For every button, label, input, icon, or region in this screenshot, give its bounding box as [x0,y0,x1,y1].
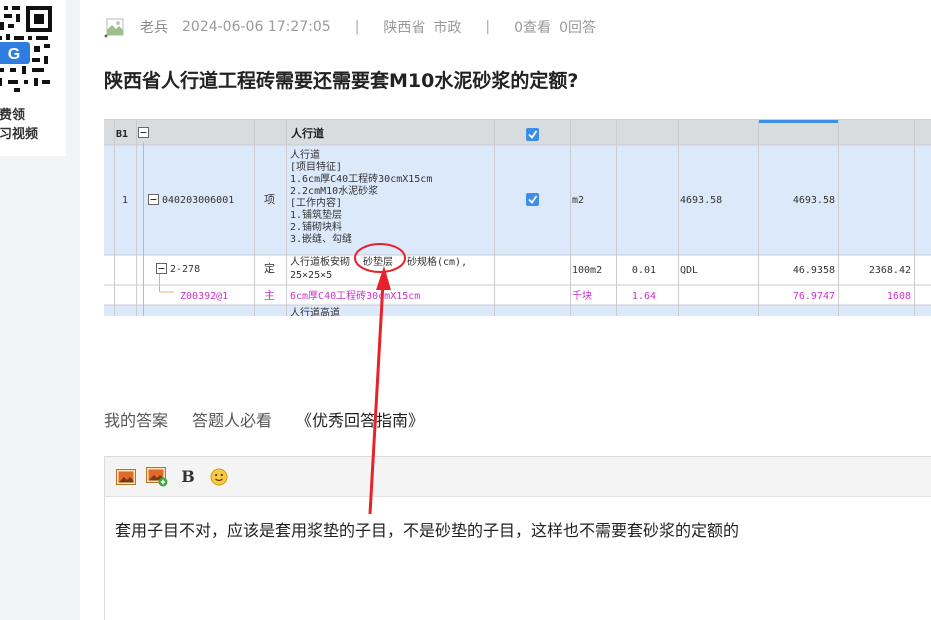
row3-qty: 1.64 [632,291,656,302]
category-tag[interactable]: 市政 [433,17,461,37]
editor-toolbar: B [105,457,931,497]
emoji-button[interactable] [208,466,230,488]
insert-image-upload-button[interactable] [146,466,168,488]
answer-guide-link[interactable]: 《优秀回答指南》 [296,407,424,431]
view-count: 0查看 [514,20,552,36]
row2-desc-a: 人行道板安砌 [290,255,350,268]
svg-text:2.2cmM10水泥砂浆: 2.2cmM10水泥砂浆 [290,184,378,197]
row2-unit: 100m2 [572,265,602,276]
answer-editor[interactable]: B 套用子目不对，应该是套用浆垫的子目，不是砂垫的子目，这样也不需要套砂浆的定额… [104,456,931,620]
svg-text:2.铺砌块料: 2.铺砌块料 [290,220,342,233]
meta-separator-2: | [485,19,491,35]
row1-index: 1 [122,195,128,206]
table-image-canvas: B1 人行道 1 040203006001 项 人行道 [项目特征] 1.6cm… [104,120,931,316]
promo-text-line2: 学习视频 [0,127,39,142]
table-header-id: B1 [116,129,128,140]
row1-total: 4693.58 [793,195,835,206]
meta-separator: | [354,19,360,35]
promo-card[interactable]: G 免费领 学习视频 [0,0,66,156]
tab-my-answer[interactable]: 我的答案 [104,407,168,431]
question-meta: 老兵 2024-06-06 17:27:05 | 陕西省 市政 | 0查看 0回… [104,14,596,40]
row2-expr: QDL [680,265,698,276]
question-title: 陕西省人行道工程砖需要还需要套M10水泥砂浆的定额? [104,70,579,92]
row2-code: 2-278 [170,264,200,275]
svg-text:3.嵌缝、勾缝: 3.嵌缝、勾缝 [290,232,352,245]
avatar-icon[interactable] [104,16,126,38]
answer-count: 0回答 [559,20,596,36]
row2-total: 2368.42 [869,265,911,276]
svg-text:G: G [8,46,20,63]
row3-unit: 千块 [572,290,592,302]
insert-image-button[interactable] [115,466,137,488]
row2-price: 46.9358 [793,265,835,276]
qr-code-icon: G [0,2,54,94]
row3-type: 主 [264,289,275,302]
row1-code: 040203006001 [162,195,234,206]
answer-tabs: 我的答案 答题人必看 《优秀回答指南》 [104,407,424,431]
svg-text:人行道: 人行道 [290,148,320,161]
post-timestamp: 2024-06-06 17:27:05 [182,19,331,35]
row3-price: 76.9747 [793,291,835,302]
row2-qty: 0.01 [632,265,656,276]
bold-button[interactable]: B [177,466,199,488]
row2-desc-b: 砂垫层 [363,255,393,268]
tab-must-read[interactable]: 答题人必看 [192,407,272,431]
question-panel: 老兵 2024-06-06 17:27:05 | 陕西省 市政 | 0查看 0回… [80,0,931,620]
row2-desc-c: 砂规格(cm), [407,255,467,268]
attached-table-image[interactable]: B1 人行道 1 040203006001 项 人行道 [项目特征] 1.6cm… [104,119,931,316]
image-upload-icon [146,466,168,486]
svg-text:[工作内容]: [工作内容] [290,196,342,209]
author-name[interactable]: 老兵 [140,17,168,37]
smiley-icon [210,468,228,485]
row3-code: Z00392@1 [180,291,228,302]
row4-desc: 人行道高道 [290,306,340,316]
province-tag[interactable]: 陕西省 [383,17,425,37]
row2-desc-d: 25×25×5 [290,270,332,281]
svg-text:1.铺筑垫层: 1.铺筑垫层 [290,208,342,221]
row2-type: 定 [264,261,275,275]
promo-text-line1: 免费领 [0,108,26,123]
image-icon [116,468,136,485]
answer-text[interactable]: 套用子目不对，应该是套用浆垫的子目，不是砂垫的子目，这样也不需要套砂浆的定额的 [105,497,931,561]
row3-total: 1608 [887,291,911,302]
row1-unit: m2 [572,195,584,206]
table-header-name: 人行道 [291,126,324,140]
row3-desc: 6cm厚C40工程砖30cmX15cm [290,289,420,302]
row1-qty: 4693.58 [680,195,722,206]
svg-text:1.6cm厚C40工程砖30cmX15cm: 1.6cm厚C40工程砖30cmX15cm [290,172,432,185]
svg-text:[项目特征]: [项目特征] [290,161,342,173]
row1-type: 项 [264,193,275,206]
